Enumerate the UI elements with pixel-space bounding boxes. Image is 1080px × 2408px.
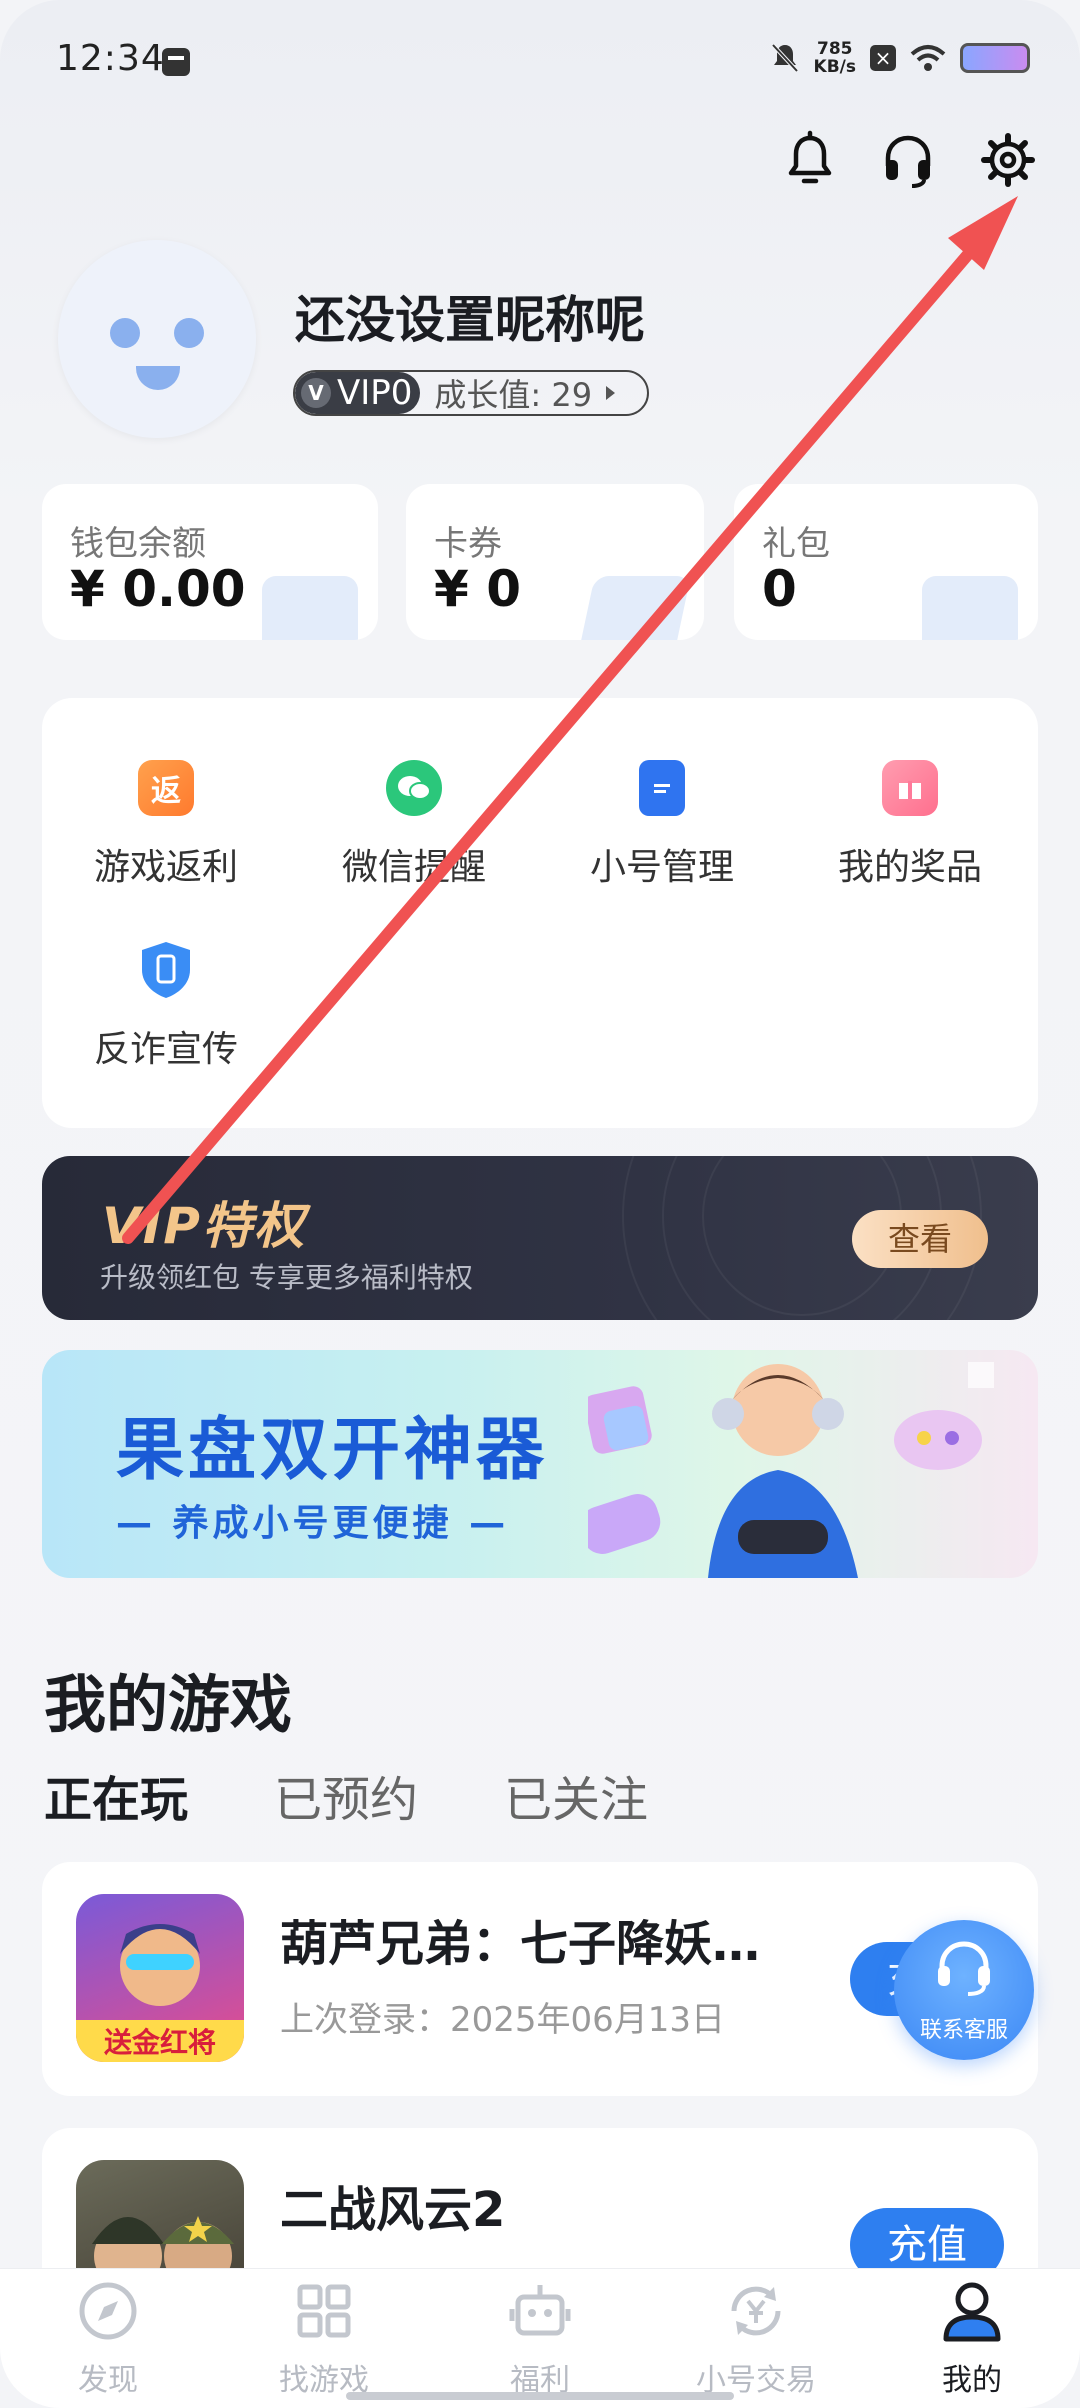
vip-level: VIP0	[337, 373, 413, 413]
mute-bell-icon	[771, 43, 799, 73]
network-speed-value: 785	[817, 39, 853, 59]
game-thumbnail[interactable]: 送金红将	[76, 1894, 244, 2062]
grid-icon	[297, 2284, 351, 2338]
coupon-card[interactable]: 卡券 ¥ 0	[406, 484, 704, 640]
person-icon	[943, 2282, 1001, 2342]
growth-value: 成长值: 29	[434, 376, 593, 414]
shield-phone-icon	[138, 942, 194, 998]
gift-box-icon	[922, 576, 1018, 640]
feature-grid: 返 游戏返利 微信提醒 小号管理 我的奖品 反诈宣传	[42, 698, 1038, 1128]
status-right-icons: 785 KB/s ×	[770, 40, 1030, 76]
my-games-tabs: 正在玩 已预约 已关注	[44, 1760, 734, 1830]
vip-level-tag: V VIP0	[295, 372, 421, 414]
network-speed: 785 KB/s	[814, 40, 856, 76]
game-thumb-label: 送金红将	[104, 2026, 216, 2059]
stat-label: 礼包	[762, 524, 830, 564]
notification-icon	[162, 48, 190, 76]
menu-label: 微信提醒	[341, 847, 486, 888]
wifi-icon	[910, 45, 946, 71]
settings-gear-icon[interactable]	[978, 130, 1038, 190]
vip-banner-subtitle: 升级领红包 专享更多福利特权	[100, 1261, 473, 1294]
last-login: 上次登录：2025年06月13日	[280, 2000, 726, 2040]
wechat-icon	[386, 760, 442, 816]
nav-item-discover[interactable]: 发现	[28, 2279, 188, 2399]
nav-item-find-games[interactable]: 找游戏	[244, 2279, 404, 2399]
nav-label: 发现	[78, 2363, 138, 2398]
menu-item-wechat-reminder[interactable]: 微信提醒	[324, 760, 504, 890]
headset-icon	[938, 1941, 990, 1996]
robot-icon	[509, 2285, 571, 2336]
menu-label: 游戏返利	[93, 847, 238, 888]
stat-label: 钱包余额	[70, 524, 206, 564]
my-games-title: 我的游戏	[44, 1668, 293, 1741]
bottom-nav: 发现 找游戏 福利 小号交易 我的	[0, 2268, 1080, 2408]
avatar-right-eye	[174, 318, 204, 348]
game-name: 葫芦兄弟：七子降妖…	[280, 1916, 761, 1972]
avatar[interactable]	[58, 240, 256, 438]
screen: 12:34 785 KB/s × 还没设置昵称呢 V VIP0 成长值: 29 …	[0, 0, 1080, 2408]
stat-value: ¥ 0	[434, 560, 521, 618]
tab-followed[interactable]: 已关注	[504, 1760, 648, 1830]
wallet-icon	[262, 576, 358, 640]
bell-icon[interactable]	[780, 130, 840, 190]
battery-icon	[960, 43, 1030, 73]
menu-item-anti-fraud[interactable]: 反诈宣传	[76, 942, 256, 1072]
customer-service-label: 联系客服	[919, 2018, 1008, 2043]
tab-reserved[interactable]: 已预约	[274, 1760, 418, 1830]
menu-label: 我的奖品	[837, 847, 982, 888]
nav-item-mine[interactable]: 我的	[892, 2279, 1052, 2399]
tab-playing[interactable]: 正在玩	[44, 1760, 188, 1830]
chevron-right-icon	[606, 386, 616, 400]
status-time: 12:34	[56, 38, 165, 79]
nav-label: 我的	[942, 2363, 1002, 2398]
status-bar: 12:34 785 KB/s ×	[0, 0, 1080, 120]
vip-growth-pill[interactable]: V VIP0 成长值: 29	[293, 370, 649, 416]
menu-label: 反诈宣传	[93, 1029, 238, 1070]
menu-item-alt-accounts[interactable]: 小号管理	[572, 760, 752, 890]
vip-banner-title: VIP特权	[102, 1197, 306, 1255]
stat-label: 卡券	[434, 524, 502, 564]
game-name: 二战风云2	[280, 2182, 506, 2238]
stat-value: 0	[762, 560, 797, 618]
dual-open-promo-banner[interactable]: 果盘双开神器 — 养成小号更便捷 —	[42, 1350, 1038, 1578]
vip-badge-icon: V	[301, 378, 331, 408]
promo-subtitle: — 养成小号更便捷 —	[116, 1503, 510, 1544]
network-speed-unit: KB/s	[813, 57, 856, 77]
clipboard-icon	[639, 760, 685, 816]
menu-label: 小号管理	[589, 847, 734, 888]
menu-item-my-prizes[interactable]: 我的奖品	[820, 760, 1000, 890]
game-character-art: 送金红将	[76, 1924, 244, 2062]
gamer-illustration	[588, 1362, 994, 1578]
home-indicator[interactable]	[346, 2392, 734, 2400]
view-vip-button[interactable]: 查看	[852, 1210, 988, 1268]
rebate-icon: 返	[138, 760, 194, 816]
menu-item-rebate[interactable]: 返 游戏返利	[76, 760, 256, 890]
avatar-mouth	[136, 366, 180, 390]
x-app-icon: ×	[870, 45, 896, 71]
nav-item-welfare[interactable]: 福利	[460, 2279, 620, 2399]
customer-service-float-button[interactable]: 联系客服	[894, 1920, 1034, 2060]
game-row[interactable]: 送金红将 葫芦兄弟：七子降妖… 上次登录：2025年06月13日 充值	[42, 1862, 1038, 2096]
ticket-icon	[581, 576, 691, 640]
avatar-left-eye	[110, 318, 140, 348]
headset-icon[interactable]	[878, 130, 938, 190]
vip-privilege-banner[interactable]: VIP特权 升级领红包 专享更多福利特权 查看	[42, 1156, 1038, 1320]
wallet-balance-card[interactable]: 钱包余额 ¥ 0.00	[42, 484, 378, 640]
promo-title: 果盘双开神器	[116, 1411, 549, 1490]
gift-pack-card[interactable]: 礼包 0	[734, 484, 1038, 640]
nav-item-account-trade[interactable]: 小号交易	[676, 2279, 836, 2399]
gift-icon	[882, 760, 938, 816]
yuan-exchange-icon	[731, 2286, 781, 2336]
nickname[interactable]: 还没设置昵称呢	[295, 280, 645, 352]
compass-icon	[79, 2282, 137, 2340]
stat-value: ¥ 0.00	[70, 560, 246, 618]
